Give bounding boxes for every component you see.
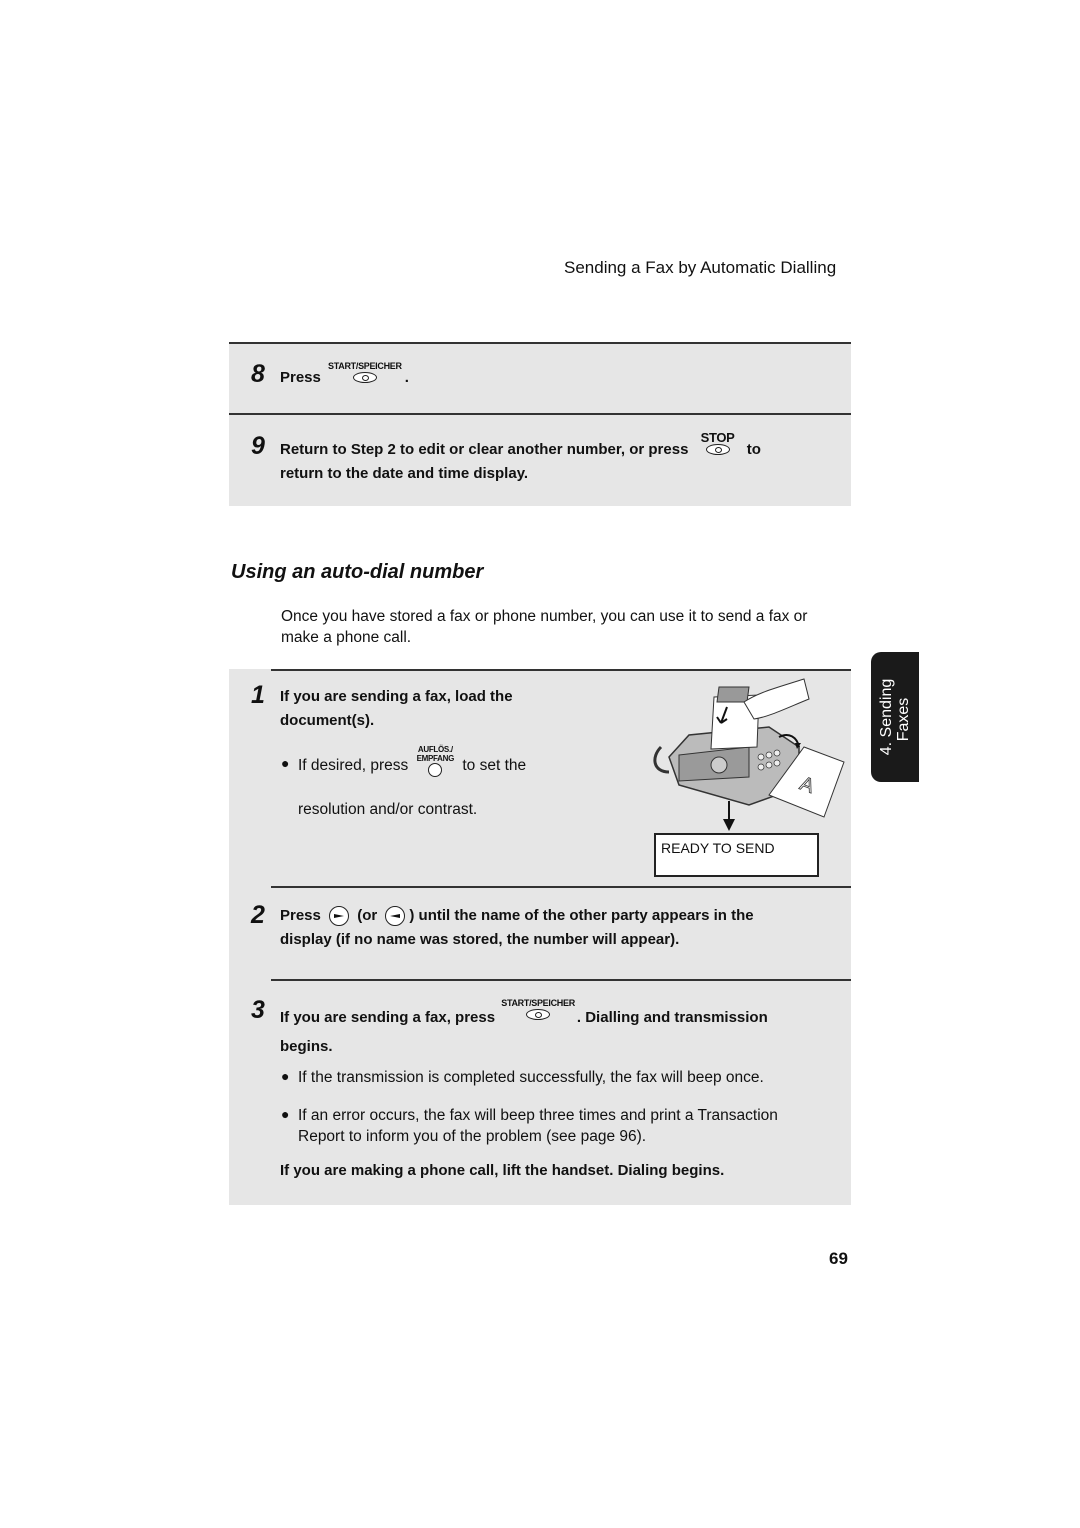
left-arrow-key-icon — [385, 906, 406, 927]
resolution-label-top: AUFLÖS./ — [417, 745, 453, 754]
step-number-1: 1 — [251, 681, 265, 709]
resolution-label-bottom: EMPFANG — [416, 754, 455, 763]
bullet-2-line1: If an error occurs, the fax will beep th… — [298, 1107, 778, 1124]
step-8-press: Press — [280, 369, 321, 386]
start-speicher-key: START/SPEICHER — [501, 998, 575, 1020]
intro-line-1: Once you have stored a fax or phone numb… — [281, 608, 808, 625]
bullet-line2: resolution and/or contrast. — [298, 801, 478, 818]
bullet-text-after: to set the — [462, 757, 527, 774]
page-number: 69 — [829, 1249, 848, 1268]
step-number-2: 2 — [251, 901, 265, 929]
bullet-dot: ● — [281, 755, 290, 771]
intro-line-2: make a phone call. — [281, 629, 412, 646]
bullet-text-before: If desired, press — [298, 757, 409, 774]
fax-loading-illustration: A — [653, 678, 845, 818]
step-number-8: 8 — [251, 360, 265, 388]
step-9-to: to — [746, 441, 761, 458]
divider — [229, 342, 851, 344]
step-2-or: (or — [357, 907, 378, 924]
start-speicher-label: START/SPEICHER — [501, 998, 575, 1008]
step-2-line2: display (if no name was stored, the numb… — [280, 931, 680, 948]
down-arrow-icon — [723, 801, 735, 831]
step-8-period: . — [404, 369, 409, 386]
bullet-dot: ● — [281, 1106, 290, 1122]
section-intro: Once you have stored a fax or phone numb… — [281, 606, 807, 648]
right-arrow-key-icon — [329, 906, 350, 927]
step-number-9: 9 — [251, 432, 265, 460]
step-3-line2: begins. — [280, 1038, 333, 1055]
chapter-tab-line2: Faxes — [895, 697, 912, 742]
resolution-key-icon — [428, 763, 443, 777]
hand-icon — [743, 678, 810, 720]
step-3-line1-after: . Dialling and transmission — [576, 1009, 768, 1026]
start-key-icon — [526, 1009, 551, 1020]
bullet-2-line2: Report to inform you of the problem (see… — [298, 1128, 647, 1145]
step-1-text: If you are sending a fax, load the docum… — [280, 685, 513, 733]
bullet-dot: ● — [281, 1068, 290, 1084]
resolution-key: AUFLÖS./ EMPFANG — [417, 745, 454, 777]
chapter-tab-label: 4. Sending Faxes — [878, 679, 912, 756]
start-speicher-label: START/SPEICHER — [328, 361, 402, 371]
step-1-line2: document(s). — [280, 712, 375, 729]
running-header: Sending a Fax by Automatic Dialling — [564, 258, 837, 277]
divider — [271, 886, 851, 888]
step-2-text: Press (or ) until the name of the other … — [280, 904, 840, 952]
divider — [271, 979, 851, 981]
section-heading: Using an auto-dial number — [231, 561, 484, 583]
phone-call-note: If you are making a phone call, lift the… — [280, 1162, 725, 1179]
step-3-line1: If you are sending a fax, press — [280, 1009, 496, 1026]
stop-key-icon — [705, 444, 730, 455]
steps-8-9-panel: 8 Press START/SPEICHER . 9 Return to Ste… — [229, 342, 851, 506]
chapter-tab-line1: 4. Sending — [878, 678, 895, 756]
lcd-display-text: READY TO SEND — [661, 840, 775, 856]
step-1-line1: If you are sending a fax, load the — [280, 688, 513, 705]
step-8-text: Press START/SPEICHER . — [280, 361, 409, 390]
start-speicher-key: START/SPEICHER — [328, 361, 402, 383]
stop-key: STOP — [700, 430, 735, 455]
step-3-text: If you are sending a fax, press START/SP… — [280, 998, 840, 1061]
step-9-text: Return to Step 2 to edit or clear anothe… — [280, 431, 840, 486]
step-2-line1: ) until the name of the other party appe… — [409, 907, 754, 924]
divider — [271, 669, 851, 671]
step-number-3: 3 — [251, 996, 265, 1024]
step-2-press: Press — [280, 907, 321, 924]
step-1-bullet: If desired, press AUFLÖS./ EMPFANG to se… — [298, 745, 527, 820]
document-icon — [710, 686, 760, 750]
step-3-bullet-1: If the transmission is completed success… — [298, 1069, 764, 1086]
chapter-tab[interactable]: 4. Sending Faxes — [871, 652, 919, 782]
start-key-icon — [352, 372, 377, 383]
step-9-line2: return to the date and time display. — [280, 465, 529, 482]
steps-1-3-panel: 1 If you are sending a fax, load the doc… — [229, 669, 851, 1205]
step-3-bullet-2: If an error occurs, the fax will beep th… — [298, 1105, 778, 1147]
lcd-display: READY TO SEND — [654, 833, 819, 877]
stop-label: STOP — [700, 430, 735, 445]
step-9-line1: Return to Step 2 to edit or clear anothe… — [280, 441, 689, 458]
divider — [229, 413, 851, 415]
